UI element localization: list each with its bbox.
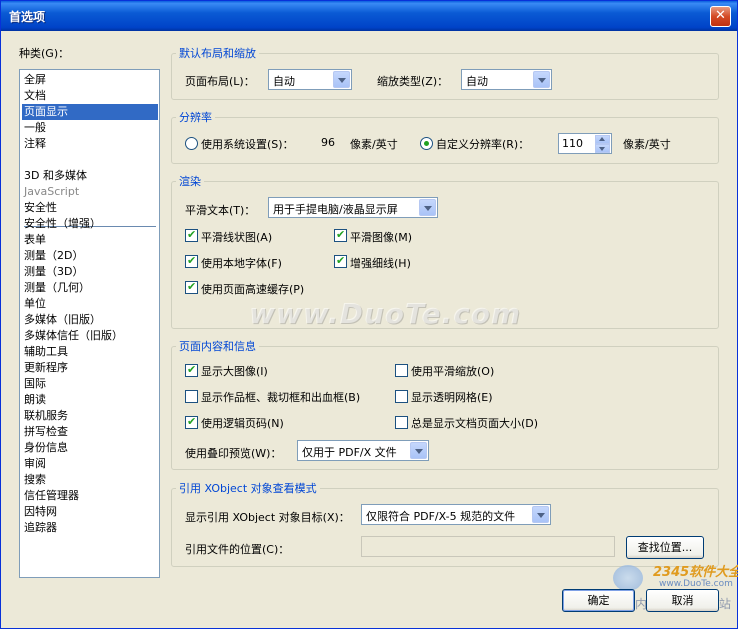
window-title: 首选项 <box>9 10 46 24</box>
category-item[interactable]: 审阅 <box>24 456 46 472</box>
custom-dpi-unit: 像素/英寸 <box>623 138 671 151</box>
system-setting-label: 使用系统设置(S)： <box>201 138 294 151</box>
close-icon[interactable]: ✕ <box>710 6 731 27</box>
smooth-zoom-checkbox[interactable] <box>395 364 408 377</box>
zoom-type-label: 缩放类型(Z)： <box>377 75 449 88</box>
category-item[interactable]: 追踪器 <box>24 520 57 536</box>
custom-resolution-label: 自定义分辨率(R)： <box>436 138 530 151</box>
category-item[interactable]: 联机服务 <box>24 408 68 424</box>
page-size-checkbox[interactable] <box>395 416 408 429</box>
file-location-label: 引用文件的位置(C)： <box>185 543 290 556</box>
custom-resolution-stepper[interactable]: 110 <box>558 133 612 154</box>
category-item[interactable]: 拼写检查 <box>24 424 68 440</box>
category-item[interactable]: 全屏 <box>24 72 46 88</box>
category-item[interactable]: 测量（几何） <box>24 280 90 296</box>
zoom-type-select[interactable]: 自动 <box>461 69 552 90</box>
enhance-thin-lines-label: 增强细线(H) <box>350 257 411 270</box>
preferences-dialog: 首选项 ✕ 种类(G)： 全屏 文档 页面显示 一般 注释 3D 和多媒体 JavaScri… <box>0 0 738 629</box>
overprint-select[interactable]: 仅用于 PDF/X 文件 <box>297 440 429 461</box>
smooth-zoom-label: 使用平滑缩放(O) <box>411 365 495 378</box>
category-item[interactable]: 多媒体（旧版） <box>24 312 101 328</box>
layout-zoom-title: 默认布局和缩放 <box>176 45 259 61</box>
category-item[interactable]: 文档 <box>24 88 46 104</box>
xobject-target-label: 显示引用 XObject 对象目标(X)： <box>185 511 350 524</box>
smooth-text-label: 平滑文本(T)： <box>185 204 256 217</box>
category-item[interactable]: 更新程序 <box>24 360 68 376</box>
system-setting-radio[interactable] <box>185 137 198 150</box>
category-item[interactable]: 朗读 <box>24 392 46 408</box>
category-item[interactable]: 多媒体信任（旧版） <box>24 328 123 344</box>
page-content-title: 页面内容和信息 <box>176 338 259 354</box>
category-item[interactable]: 辅助工具 <box>24 344 68 360</box>
show-large-images-checkbox[interactable] <box>185 363 198 377</box>
page-layout-label: 页面布局(L)： <box>185 75 255 88</box>
category-item[interactable]: 注释 <box>24 136 46 152</box>
browse-location-button[interactable]: 查找位置... <box>626 536 704 559</box>
enhance-thin-lines-checkbox[interactable] <box>334 254 347 268</box>
category-item[interactable]: 搜索 <box>24 472 46 488</box>
category-item[interactable]: 测量（2D） <box>24 248 83 264</box>
show-large-images-label: 显示大图像(I) <box>201 365 268 378</box>
category-item[interactable]: 因特网 <box>24 504 57 520</box>
chevron-down-icon[interactable] <box>333 71 350 88</box>
xobject-title: 引用 XObject 对象查看模式 <box>176 480 320 496</box>
chevron-down-icon[interactable] <box>532 506 549 523</box>
smooth-line-art-checkbox[interactable] <box>185 228 198 242</box>
category-item[interactable]: JavaScript <box>24 184 79 200</box>
xobject-target-select[interactable]: 仅限符合 PDF/X-5 规范的文件 <box>361 504 551 525</box>
chevron-down-icon[interactable] <box>410 442 427 459</box>
system-dpi-unit: 像素/英寸 <box>350 138 398 151</box>
stepper-up-icon[interactable] <box>595 135 610 144</box>
category-item[interactable]: 安全性 <box>24 200 57 216</box>
transparency-grid-checkbox[interactable] <box>395 390 408 403</box>
category-item[interactable]: 测量（3D） <box>24 264 83 280</box>
category-item[interactable]: 国际 <box>24 376 46 392</box>
smooth-images-checkbox[interactable] <box>334 228 347 242</box>
category-item[interactable]: 身份信息 <box>24 440 68 456</box>
category-item[interactable]: 3D 和多媒体 <box>24 168 87 184</box>
logical-page-numbers-label: 使用逻辑页码(N) <box>201 417 284 430</box>
category-item[interactable]: 页面显示 <box>22 104 158 120</box>
chevron-down-icon[interactable] <box>419 199 436 216</box>
watermark-brand: 2345软件大全 <box>653 565 738 580</box>
page-cache-label: 使用页面高速缓存(P) <box>201 283 305 296</box>
category-item[interactable]: 单位 <box>24 296 46 312</box>
file-location-field <box>361 536 615 557</box>
page-layout-select[interactable]: 自动 <box>268 69 352 90</box>
category-item[interactable]: 信任管理器 <box>24 488 79 504</box>
page-size-label: 总是显示文档页面大小(D) <box>411 417 539 430</box>
title-bar[interactable]: 首选项 ✕ <box>1 1 737 31</box>
local-fonts-label: 使用本地字体(F) <box>201 257 282 270</box>
page-cache-checkbox[interactable] <box>185 280 198 294</box>
show-art-boxes-checkbox[interactable] <box>185 390 198 403</box>
system-dpi-value: 96 <box>321 136 335 149</box>
custom-resolution-radio[interactable] <box>420 137 433 150</box>
smooth-line-art-label: 平滑线状图(A) <box>201 231 273 244</box>
categories-label: 种类(G)： <box>19 47 70 60</box>
category-item[interactable]: 一般 <box>24 120 46 136</box>
resolution-title: 分辨率 <box>176 109 215 125</box>
chevron-down-icon[interactable] <box>533 71 550 88</box>
category-list[interactable]: 全屏 文档 页面显示 一般 注释 3D 和多媒体 JavaScript 安全性 安全性（增强）表… <box>19 69 160 578</box>
overprint-label: 使用叠印预览(W)： <box>185 447 282 460</box>
logical-page-numbers-checkbox[interactable] <box>185 415 198 429</box>
category-item[interactable]: 安全性（增强） <box>24 216 101 232</box>
smooth-images-label: 平滑图像(M) <box>350 231 413 244</box>
show-art-boxes-label: 显示作品框、裁切框和出血框(B) <box>201 391 361 404</box>
category-item[interactable]: 表单 <box>24 232 46 248</box>
smooth-text-select[interactable]: 用于手提电脑/液晶显示屏 <box>268 197 438 218</box>
duote-watermark: www.DuoTe.com <box>249 297 521 330</box>
ok-button[interactable]: 确定 <box>562 589 635 612</box>
stepper-down-icon[interactable] <box>595 144 610 153</box>
rendering-title: 渲染 <box>176 173 204 189</box>
watermark-site: www.DuoTe.com <box>659 579 733 589</box>
transparency-grid-label: 显示透明网格(E) <box>411 391 493 404</box>
mascot-logo-icon <box>613 565 643 591</box>
local-fonts-checkbox[interactable] <box>185 254 198 268</box>
cancel-button[interactable]: 取消 <box>646 589 719 612</box>
